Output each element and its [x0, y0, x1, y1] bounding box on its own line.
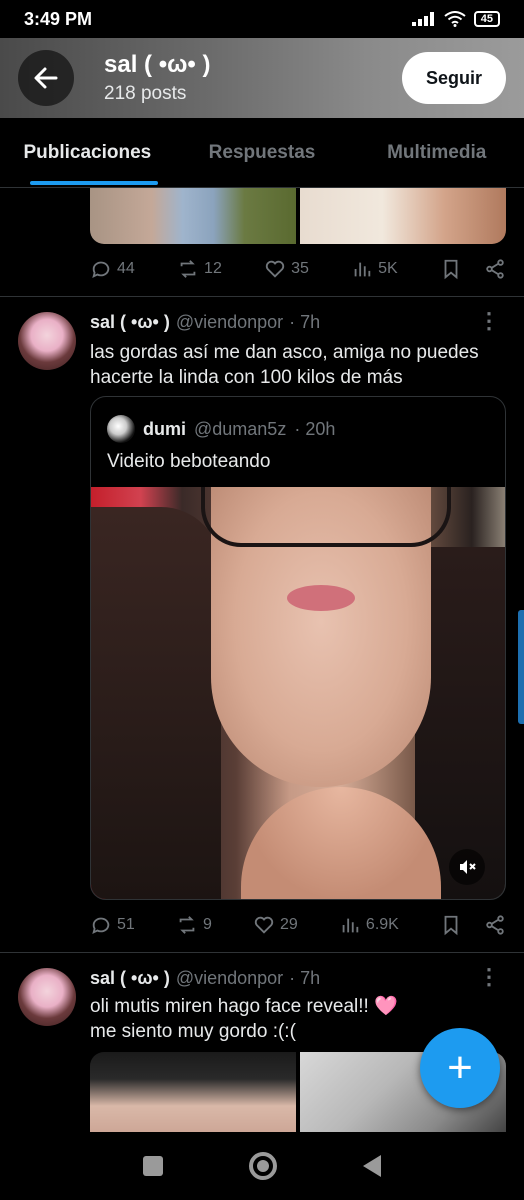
bookmark-icon[interactable] — [440, 258, 462, 280]
tab-respuestas[interactable]: Respuestas — [175, 118, 350, 187]
author-name[interactable]: sal ( •ω• ) — [90, 968, 170, 989]
repost-button[interactable]: 9 — [176, 914, 212, 936]
header-text: sal ( •ω• ) 218 posts — [104, 51, 402, 105]
tab-publicaciones[interactable]: Publicaciones — [0, 118, 175, 187]
wifi-icon — [444, 11, 466, 27]
image-thumbnail[interactable] — [300, 188, 506, 244]
back-nav-icon[interactable] — [363, 1155, 381, 1177]
repost-button[interactable]: 12 — [177, 258, 222, 280]
divider — [0, 952, 524, 953]
video-frame-shape — [241, 787, 441, 899]
reply-icon — [92, 917, 110, 935]
reply-count: 51 — [117, 916, 135, 933]
image-thumbnail[interactable] — [90, 1052, 296, 1132]
quote-header: dumi @duman5z · 20h — [107, 415, 335, 443]
repost-icon — [179, 916, 195, 934]
repost-count: 12 — [204, 260, 222, 277]
home-icon-dot — [257, 1160, 269, 1172]
like-count: 29 — [279, 916, 298, 933]
views-count: 5K — [378, 260, 398, 277]
status-time: 3:49 PM — [24, 8, 93, 29]
feed[interactable]: 44 12 35 5K sal ( •ω• ) @viendonpor · 7h… — [0, 188, 524, 1132]
tab-multimedia[interactable]: Multimedia — [349, 118, 524, 187]
battery-icon: 45 — [473, 11, 500, 27]
image-thumbnail[interactable] — [90, 188, 296, 244]
top-post-media[interactable] — [90, 188, 506, 244]
heart-icon — [265, 260, 285, 278]
profile-header: sal ( •ω• ) 218 posts Seguir — [0, 38, 524, 118]
post-header: sal ( •ω• ) @viendonpor · 7h — [90, 968, 320, 989]
repost-count: 9 — [202, 916, 212, 933]
reply-button[interactable]: 44 — [90, 258, 135, 280]
system-nav-bar — [0, 1132, 524, 1200]
avatar[interactable] — [18, 312, 76, 370]
speaker-muted-icon — [460, 860, 476, 874]
post-text: las gordas así me dan asco, amiga no pue… — [90, 342, 479, 388]
views-count: 6.9K — [365, 916, 399, 933]
post-time: · 7h — [289, 312, 321, 332]
follow-button[interactable]: Seguir — [402, 52, 506, 104]
quote-author-name: dumi — [143, 418, 186, 439]
quote-text: Videito beboteando — [107, 451, 271, 472]
post-count: 218 posts — [104, 83, 187, 104]
scrollbar[interactable] — [518, 610, 524, 724]
back-button[interactable] — [18, 50, 74, 106]
video-frame-shape — [287, 585, 355, 611]
avatar[interactable] — [18, 968, 76, 1026]
reply-button[interactable]: 51 — [90, 914, 135, 936]
views-button[interactable]: 6.9K — [339, 914, 399, 936]
share-icon[interactable] — [484, 914, 506, 936]
views-button[interactable]: 5K — [351, 258, 398, 280]
signal-icon — [411, 12, 434, 26]
share-icon[interactable] — [484, 258, 506, 280]
repost-icon — [180, 260, 196, 278]
status-icons: 45 — [411, 11, 500, 27]
divider — [0, 296, 524, 297]
like-count: 35 — [291, 260, 309, 277]
video-frame-shape — [91, 507, 221, 899]
video-frame-shape — [201, 487, 451, 547]
analytics-icon — [342, 918, 359, 933]
reply-icon — [92, 261, 110, 279]
quote-author-handle: @duman5z — [194, 418, 287, 439]
post1-actions: 51 9 29 6.9K — [90, 914, 506, 936]
analytics-icon — [354, 262, 371, 277]
like-button[interactable]: 35 — [264, 258, 309, 280]
compose-button[interactable]: + — [420, 1028, 500, 1108]
heart-icon — [254, 916, 274, 934]
quote-avatar — [107, 415, 135, 443]
post-header: sal ( •ω• ) @viendonpor · 7h — [90, 312, 320, 333]
like-button[interactable]: 29 — [253, 914, 298, 936]
quote-video[interactable] — [91, 487, 505, 899]
post-text-line: oli mutis miren hago face reveal!! 🩷 — [90, 996, 398, 1017]
top-post-actions: 44 12 35 5K — [90, 258, 506, 280]
status-bar: 3:49 PM 45 — [0, 0, 524, 38]
home-icon[interactable] — [249, 1152, 277, 1180]
author-handle[interactable]: @viendonpor — [176, 968, 283, 989]
mute-button[interactable] — [449, 849, 485, 885]
profile-name: sal ( •ω• ) — [104, 51, 211, 78]
post-time: · 7h — [289, 968, 321, 988]
profile-tabs: Publicaciones Respuestas Multimedia — [0, 118, 524, 188]
quote-time: · 20h — [294, 418, 336, 439]
reply-count: 44 — [117, 260, 135, 277]
more-options-icon[interactable]: ⋮ — [478, 308, 500, 334]
more-options-icon[interactable]: ⋮ — [478, 964, 500, 990]
recent-apps-icon[interactable] — [143, 1156, 163, 1176]
quoted-post[interactable]: dumi @duman5z · 20h Videito beboteando — [90, 396, 506, 900]
author-name[interactable]: sal ( •ω• ) — [90, 312, 170, 333]
author-handle[interactable]: @viendonpor — [176, 312, 283, 333]
bookmark-icon[interactable] — [440, 914, 462, 936]
arrow-left-icon — [34, 67, 58, 89]
